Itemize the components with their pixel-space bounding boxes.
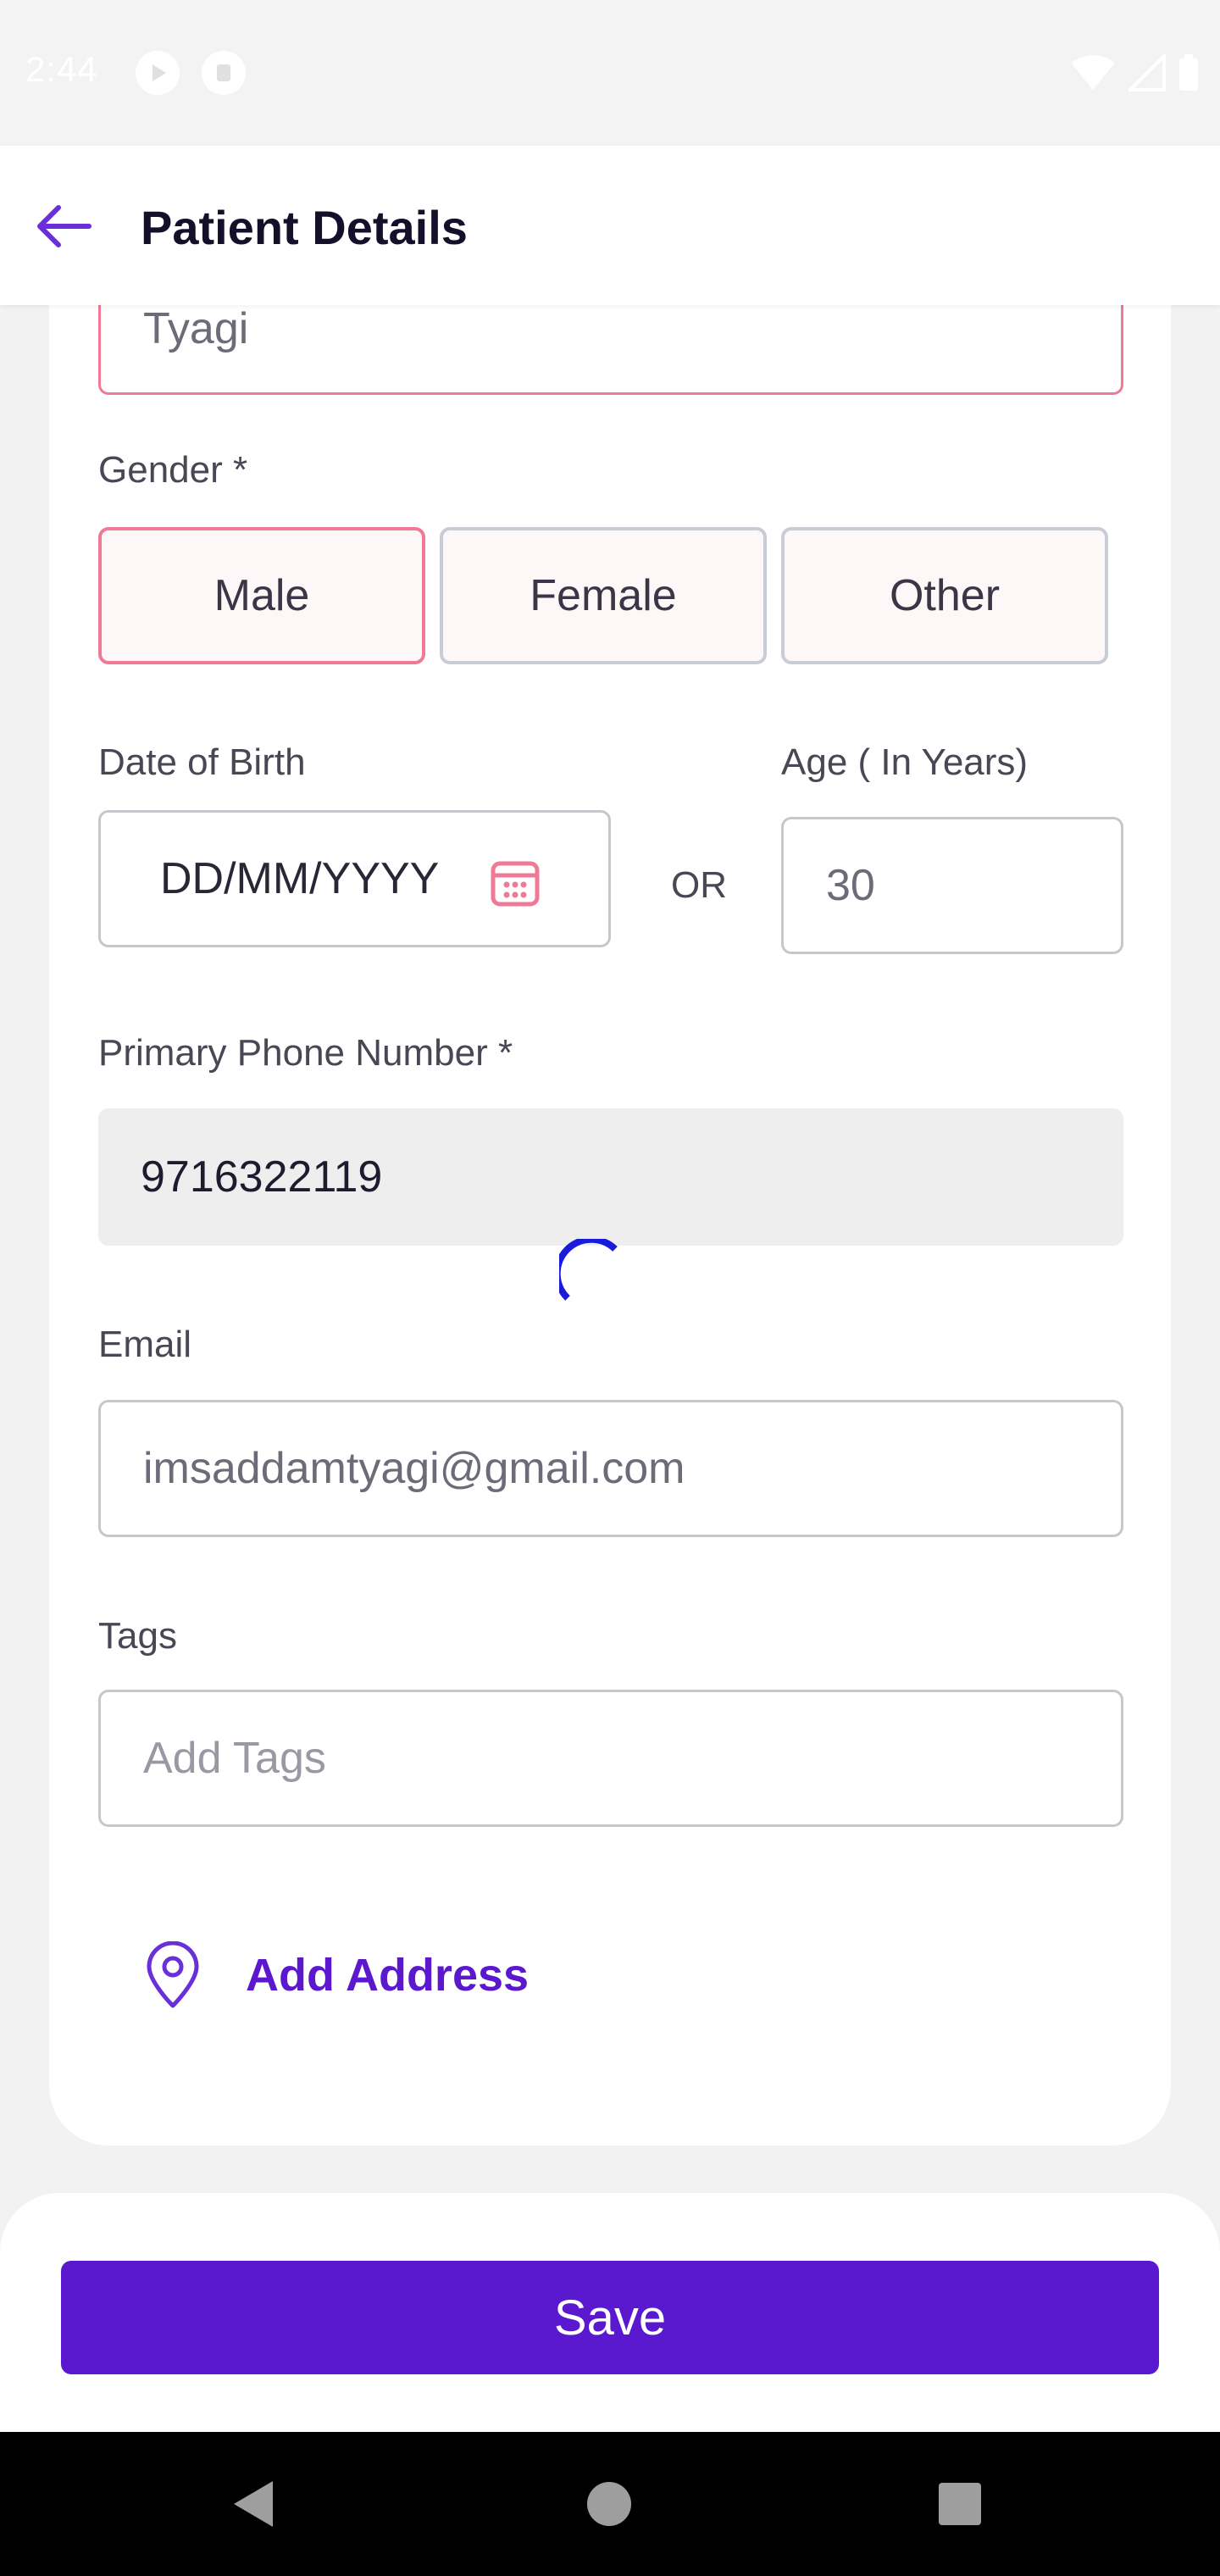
loading-spinner-icon: [559, 1239, 618, 1301]
email-value: imsaddamtyagi@gmail.com: [143, 1444, 685, 1493]
status-icons: [1069, 51, 1200, 95]
last-name-value: Tyagi: [143, 304, 249, 353]
phone-field: 9716322119: [98, 1108, 1123, 1246]
add-address-button[interactable]: Add Address: [142, 1929, 529, 2022]
status-bar: 2:44: [0, 0, 1220, 146]
dob-label: Date of Birth: [98, 741, 306, 783]
nav-recents-icon[interactable]: [930, 2474, 990, 2534]
dob-field[interactable]: DD/MM/YYYY: [98, 810, 611, 947]
dob-placeholder: DD/MM/YYYY: [160, 854, 440, 903]
media-play-icon: [136, 51, 180, 95]
phone-value: 9716322119: [141, 1152, 383, 1202]
save-button[interactable]: Save: [61, 2261, 1159, 2374]
or-divider-text: OR: [671, 864, 727, 906]
age-field[interactable]: 30: [781, 817, 1123, 954]
battery-icon: [1179, 54, 1198, 91]
status-time: 2:44: [25, 49, 98, 89]
wifi-icon: [1071, 55, 1115, 90]
gender-option-female[interactable]: Female: [440, 527, 767, 664]
gender-option-male[interactable]: Male: [98, 527, 425, 664]
email-label: Email: [98, 1324, 192, 1365]
bottom-action-sheet: Save: [0, 2193, 1220, 2439]
add-address-label: Add Address: [246, 1950, 530, 2001]
age-value: 30: [826, 861, 875, 910]
back-button[interactable]: [25, 188, 102, 264]
app-bar: Patient Details: [0, 146, 1220, 305]
signal-icon: [1128, 54, 1166, 92]
tags-placeholder: Add Tags: [143, 1734, 326, 1783]
tags-label: Tags: [98, 1615, 177, 1657]
gender-label: Gender *: [98, 449, 248, 491]
arrow-left-icon: [37, 205, 92, 247]
gender-option-other[interactable]: Other: [781, 527, 1108, 664]
nav-back-icon[interactable]: [225, 2474, 285, 2534]
app-notification-icon: [202, 51, 246, 95]
calendar-icon[interactable]: [490, 857, 541, 908]
location-pin-icon: [147, 1941, 199, 2008]
page-title: Patient Details: [141, 201, 468, 254]
tags-input[interactable]: Add Tags: [98, 1690, 1123, 1827]
phone-label: Primary Phone Number *: [98, 1032, 513, 1074]
system-nav-bar: [0, 2432, 1220, 2576]
age-label: Age ( In Years): [781, 741, 1029, 783]
nav-home-icon[interactable]: [580, 2474, 639, 2534]
email-field[interactable]: imsaddamtyagi@gmail.com: [98, 1400, 1123, 1537]
